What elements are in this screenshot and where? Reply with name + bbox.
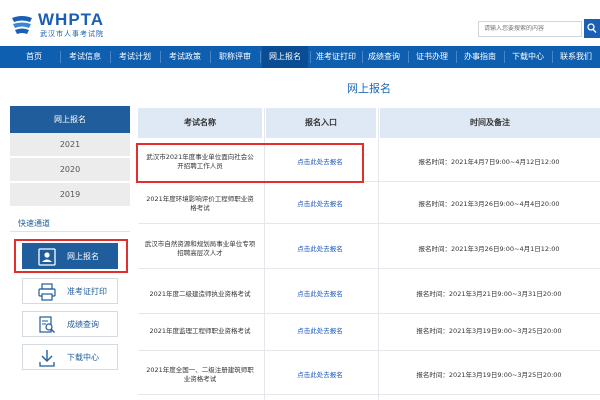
registration-time: 报名时间：2021年3月21日9:00~3月31日20:00 bbox=[416, 289, 562, 298]
table-header-exam-name: 考试名称 bbox=[138, 108, 262, 138]
nav-item-exam-policy[interactable]: 考试政策 bbox=[162, 46, 208, 68]
quick-access-title: 快速通道 bbox=[10, 215, 130, 232]
nav-divider bbox=[260, 51, 261, 63]
nav-divider bbox=[408, 51, 409, 63]
highlight-box bbox=[14, 239, 128, 273]
table-row: 2021年度监理工程师职业资格考试 点击此处去报名 报名时间：2021年3月19… bbox=[138, 311, 600, 351]
exam-name: 2021年度环境影响评价工程师职业资格考试 bbox=[146, 195, 254, 212]
register-link[interactable]: 点击此处去报名 bbox=[268, 184, 372, 224]
nav-item-certificate[interactable]: 证书办理 bbox=[410, 46, 454, 68]
registration-time: 报名时间：2021年3月26日9:00~4月4日20:00 bbox=[418, 199, 560, 208]
quick-item-downloads[interactable]: 下载中心 bbox=[22, 344, 118, 370]
nav-divider bbox=[60, 51, 61, 63]
table-row: 武汉市自然资源和规划局事业单位专项招聘高层次人才 点击此处去报名 报名时间：20… bbox=[138, 229, 600, 269]
nav-item-score-query[interactable]: 成绩查询 bbox=[364, 46, 404, 68]
register-link[interactable]: 点击此处去报名 bbox=[268, 355, 372, 395]
nav-divider bbox=[362, 51, 363, 63]
search-icon bbox=[587, 23, 597, 34]
nav-item-contact[interactable]: 联系我们 bbox=[554, 46, 598, 68]
nav-item-online-registration[interactable]: 网上报名 bbox=[262, 46, 308, 68]
nav-item-title-review[interactable]: 职称评审 bbox=[212, 46, 258, 68]
quick-item-label: 成绩查询 bbox=[67, 320, 99, 329]
sidebar-heading[interactable]: 网上报名 bbox=[10, 106, 130, 133]
quick-item-score-query[interactable]: 成绩查询 bbox=[22, 311, 118, 337]
registration-time: 报名时间：2021年4月7日9:00~4月12日12:00 bbox=[418, 157, 560, 166]
nav-item-downloads[interactable]: 下载中心 bbox=[506, 46, 550, 68]
logo-mark-icon bbox=[12, 16, 32, 34]
registration-time: 报名时间：2021年3月19日9:00~3月25日20:00 bbox=[416, 370, 562, 379]
quick-item-admission-print[interactable]: 准考证打印 bbox=[22, 278, 118, 304]
table-header-entry: 报名入口 bbox=[266, 108, 376, 138]
sidebar-year-2019[interactable]: 2019 bbox=[10, 183, 130, 207]
table-row: 2021年度二级建造师执业资格考试 点击此处去报名 报名时间：2021年3月21… bbox=[138, 274, 600, 314]
registration-time: 报名时间：2021年3月19日9:00~3月25日20:00 bbox=[416, 326, 562, 335]
register-link[interactable]: 点击此处去报名 bbox=[268, 229, 372, 269]
quick-item-label: 下载中心 bbox=[67, 353, 99, 362]
nav-item-exam-info[interactable]: 考试信息 bbox=[62, 46, 108, 68]
search-button[interactable] bbox=[584, 19, 600, 38]
printer-icon bbox=[38, 283, 56, 301]
download-icon bbox=[39, 350, 55, 367]
column-divider bbox=[378, 108, 379, 400]
table-row: 2021年度全国一、二级注册建筑师职业资格考试 点击此处去报名 报名时间：202… bbox=[138, 355, 600, 395]
nav-item-home[interactable]: 首页 bbox=[10, 46, 58, 68]
search-field[interactable] bbox=[478, 21, 582, 37]
nav-divider bbox=[160, 51, 161, 63]
nav-item-admission-print[interactable]: 准考证打印 bbox=[312, 46, 360, 68]
logo-text-en: WHPTA bbox=[38, 10, 105, 29]
site-logo[interactable]: WHPTA 武汉市人事考试院 bbox=[10, 10, 120, 40]
register-link[interactable]: 点击此处去报名 bbox=[268, 311, 372, 351]
main-nav: 首页 考试信息 考试计划 考试政策 职称评审 网上报名 准考证打印 成绩查询 证… bbox=[0, 46, 600, 68]
exam-name: 2021年度二级建造师执业资格考试 bbox=[149, 289, 251, 298]
nav-divider bbox=[456, 51, 457, 63]
exam-name: 2021年度全国一、二级注册建筑师职业资格考试 bbox=[146, 366, 254, 383]
register-link[interactable]: 点击此处去报名 bbox=[268, 274, 372, 314]
quick-item-label: 准考证打印 bbox=[67, 287, 107, 296]
sidebar-year-2020[interactable]: 2020 bbox=[10, 158, 130, 182]
exam-name: 武汉市自然资源和规划局事业单位专项招聘高层次人才 bbox=[144, 240, 256, 257]
search-doc-icon bbox=[39, 316, 55, 333]
nav-item-exam-plan[interactable]: 考试计划 bbox=[112, 46, 158, 68]
exam-name: 2021年度监理工程师职业资格考试 bbox=[149, 326, 251, 335]
page-title: 网上报名 bbox=[347, 82, 391, 95]
site-header: WHPTA 武汉市人事考试院 bbox=[0, 0, 600, 46]
nav-divider bbox=[210, 51, 211, 63]
nav-divider bbox=[310, 51, 311, 63]
logo-text-cn: 武汉市人事考试院 bbox=[40, 30, 104, 38]
nav-divider bbox=[110, 51, 111, 63]
nav-item-guide[interactable]: 办事指南 bbox=[458, 46, 502, 68]
table-header-time: 时间及备注 bbox=[380, 108, 600, 138]
sidebar-year-2021[interactable]: 2021 bbox=[10, 133, 130, 157]
nav-divider bbox=[552, 51, 553, 63]
registration-time: 报名时间：2021年3月26日9:00~4月1日12:00 bbox=[418, 244, 560, 253]
highlight-box bbox=[136, 143, 364, 183]
nav-divider bbox=[504, 51, 505, 63]
search-input[interactable] bbox=[484, 25, 576, 32]
table-row: 2021年度环境影响评价工程师职业资格考试 点击此处去报名 报名时间：2021年… bbox=[138, 184, 600, 224]
